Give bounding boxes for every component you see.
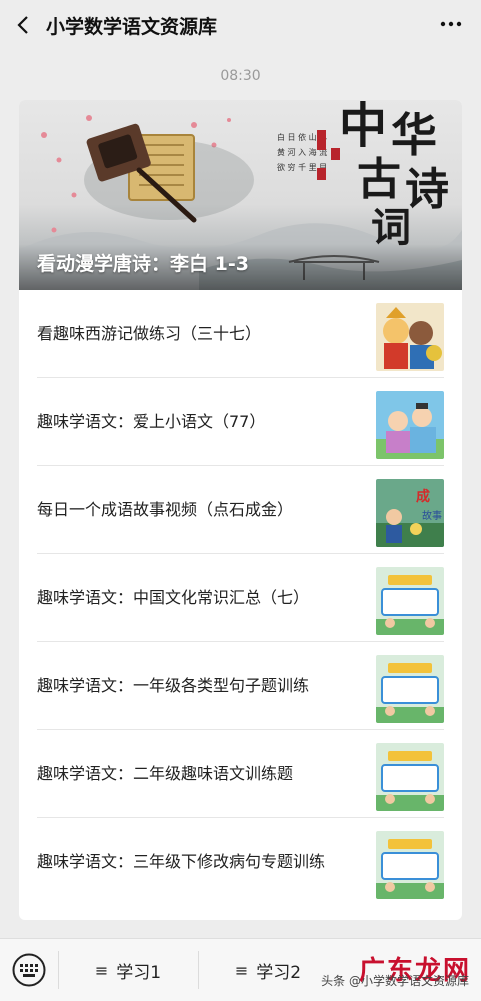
menu-icon: ≡ [234, 960, 249, 980]
article-title: 趣味学语文：一年级各类型句子题训练 [37, 675, 310, 695]
scholar-thumbnail [376, 391, 444, 459]
more-icon [440, 21, 462, 27]
keyboard-button[interactable] [12, 953, 46, 987]
list-item[interactable]: 趣味学语文：爱上小语文（77） [37, 378, 444, 466]
article-title: 看趣味西游记做练习（三十七） [37, 323, 262, 343]
list-item[interactable]: 看趣味西游记做练习（三十七） [37, 290, 444, 378]
more-button[interactable] [439, 12, 463, 42]
idiom-story-thumbnail: 成 故事 [376, 479, 444, 547]
journey-west-thumbnail [376, 303, 444, 371]
cover-article[interactable]: 白 日 依 山 尽 黄 河 入 海 流 欲 穷 千 里 目 中 华 古 诗 词 … [19, 100, 462, 290]
fun-chinese-thumbnail [376, 743, 444, 811]
svg-text:故事: 故事 [422, 509, 442, 522]
message-timestamp: 08:30 [220, 68, 261, 84]
calligraphy-char: 古 [357, 154, 401, 205]
list-item[interactable]: 趣味学语文：二年级趣味语文训练题 [37, 730, 444, 818]
menu-item-label: 学习1 [116, 962, 162, 983]
fun-chinese-thumbnail [376, 655, 444, 723]
list-item[interactable]: 每日一个成语故事视频（点石成金） 成 故事 [37, 466, 444, 554]
svg-text:成: 成 [416, 488, 430, 505]
article-title: 趣味学语文：三年级下修改病句专题训练 [37, 851, 326, 871]
list-item[interactable]: 趣味学语文：中国文化常识汇总（七） [37, 554, 444, 642]
nav-header: 小学数学语文资源库 [0, 0, 481, 50]
keyboard-icon [12, 953, 46, 987]
article-card: 白 日 依 山 尽 黄 河 入 海 流 欲 穷 千 里 目 中 华 古 诗 词 … [19, 100, 462, 920]
calligraphy-char: 诗 [405, 164, 449, 215]
fun-chinese-thumbnail [376, 831, 444, 899]
list-item[interactable]: 趣味学语文：一年级各类型句子题训练 [37, 642, 444, 730]
fun-chinese-thumbnail [376, 567, 444, 635]
calligraphy-char: 词 [371, 204, 411, 251]
banner-title: 看动漫学唐诗：李白 1-3 [37, 253, 249, 275]
article-title: 趣味学语文：中国文化常识汇总（七） [37, 587, 310, 607]
watermark-credit: 头条 @小学数学语文资源库 [321, 974, 469, 988]
calligraphy-char: 华 [391, 108, 437, 162]
article-title: 每日一个成语故事视频（点石成金） [37, 499, 294, 519]
menu-item-study1[interactable]: ≡ 学习1 [58, 939, 198, 1001]
back-button[interactable] [16, 15, 36, 35]
article-title: 趣味学语文：爱上小语文（77） [37, 411, 266, 431]
list-item[interactable]: 趣味学语文：三年级下修改病句专题训练 [37, 818, 444, 905]
menu-item-label: 学习2 [256, 962, 302, 983]
menu-item-study2[interactable]: ≡ 学习2 [198, 939, 338, 1001]
calligraphy-char: 中 [339, 100, 388, 154]
article-list: 看趣味西游记做练习（三十七） 趣味学语文：爱上小语文（77） 每日一个成语故事视… [19, 290, 462, 905]
chevron-left-icon [17, 16, 28, 34]
page-title: 小学数学语文资源库 [46, 15, 218, 38]
menu-icon: ≡ [94, 960, 109, 980]
article-title: 趣味学语文：二年级趣味语文训练题 [37, 763, 294, 783]
